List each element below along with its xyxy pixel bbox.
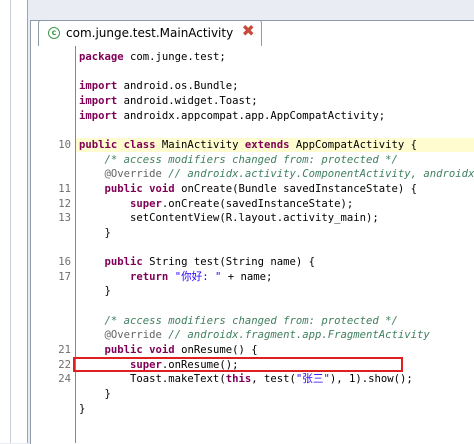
code-token: @Override xyxy=(104,329,162,342)
line-number: 16 xyxy=(58,256,71,269)
line-number: 21 xyxy=(58,344,71,356)
code-token: // androidx.activity.ComponentActivity, … xyxy=(161,168,474,181)
code-token: import xyxy=(79,109,118,122)
code-line: } xyxy=(79,226,111,240)
code-token: /* access modifiers changed from: protec… xyxy=(104,314,398,327)
code-line: super.onCreate(savedInstanceState); xyxy=(79,197,353,211)
line-number: 24 xyxy=(58,373,71,386)
code-token: MainActivity xyxy=(155,138,245,151)
code-token: } xyxy=(79,285,111,298)
code-token: setContentView(R.layout.activity_main); xyxy=(79,212,379,225)
code-token: android.os.Bundle; xyxy=(117,80,239,93)
code-line: @Override // androidx.fragment.app.Fragm… xyxy=(79,328,430,342)
code-token: import xyxy=(79,80,118,93)
code-line: public String test(String name) { xyxy=(79,255,316,269)
code-line: setContentView(R.layout.activity_main); xyxy=(79,211,379,225)
code-line: } xyxy=(79,402,85,416)
code-line: /* access modifiers changed from: protec… xyxy=(79,153,398,167)
code-token: + name; xyxy=(221,270,273,283)
code-line: public void onCreate(Bundle savedInstanc… xyxy=(79,182,418,196)
code-token: android.widget.Toast; xyxy=(117,94,258,107)
code-line: /* access modifiers changed from: protec… xyxy=(79,314,398,328)
code-token: this xyxy=(225,373,252,386)
tab-main-activity[interactable]: c com.junge.test.MainActivity ✖ xyxy=(38,20,262,46)
code-line: Toast.makeText(this, test("张三"), 1).show… xyxy=(79,372,413,386)
code-token: String test(String name) { xyxy=(142,256,316,269)
highlight-box xyxy=(73,357,403,372)
code-editor[interactable]: package com.junge.test; import android.os… xyxy=(76,45,474,443)
code-line: } xyxy=(79,284,111,298)
code-line: return "你好: " + name; xyxy=(79,270,272,284)
code-line: import android.os.Bundle; xyxy=(79,79,238,93)
code-token: return xyxy=(130,270,169,283)
class-icon: c xyxy=(48,27,60,39)
code-token: AppCompatActivity { xyxy=(289,138,418,151)
code-token: } xyxy=(79,402,86,415)
code-token: androidx.appcompat.app.AppCompatActivity… xyxy=(117,109,386,122)
code-token: onResume() { xyxy=(174,344,258,356)
code-token: /* access modifiers changed from: protec… xyxy=(104,153,398,166)
code-token: public void xyxy=(104,182,175,195)
code-line: package com.junge.test; xyxy=(79,50,226,64)
code-token: } xyxy=(79,387,111,400)
tab-title: com.junge.test.MainActivity xyxy=(66,26,234,40)
code-line: @Override // androidx.activity.Component… xyxy=(79,167,474,181)
line-number: 11 xyxy=(58,182,71,195)
left-panel xyxy=(0,0,28,443)
line-number: 22 xyxy=(58,358,71,371)
line-number: 12 xyxy=(58,197,71,210)
code-token: @Override xyxy=(104,168,162,181)
code-line: public class MainActivity extends AppCom… xyxy=(79,138,417,152)
code-token: , test( xyxy=(251,373,296,386)
code-token: import xyxy=(79,94,118,107)
code-token: ), 1).show(); xyxy=(329,373,413,386)
tree-guide-line xyxy=(10,0,11,443)
code-token: "张三" xyxy=(295,373,330,386)
code-line: import android.widget.Toast; xyxy=(79,94,258,108)
code-token: super xyxy=(130,197,162,210)
line-number: 17 xyxy=(58,270,71,283)
code-token: extends xyxy=(244,138,290,151)
code-token: Toast.makeText( xyxy=(79,373,226,386)
code-line: import androidx.appcompat.app.AppCompatA… xyxy=(79,109,385,123)
code-token: .onCreate(savedInstanceState); xyxy=(161,197,354,210)
code-line: } xyxy=(79,387,111,401)
code-token: public class xyxy=(79,138,156,151)
code-token: "你好: " xyxy=(174,270,222,283)
code-token: } xyxy=(79,226,111,239)
code-token: com.junge.test; xyxy=(123,51,226,63)
code-line: public void onResume() { xyxy=(79,343,258,357)
code-token: public void xyxy=(104,344,175,356)
code-token: // androidx.fragment.app.FragmentActivit… xyxy=(161,329,430,342)
line-number: 13 xyxy=(58,212,71,225)
code-token: package xyxy=(79,51,124,63)
line-number: 10 xyxy=(58,138,71,151)
close-icon[interactable]: ✖ xyxy=(242,23,255,39)
code-token: public xyxy=(104,256,143,269)
code-token: onCreate(Bundle savedInstanceState) { xyxy=(174,182,418,195)
